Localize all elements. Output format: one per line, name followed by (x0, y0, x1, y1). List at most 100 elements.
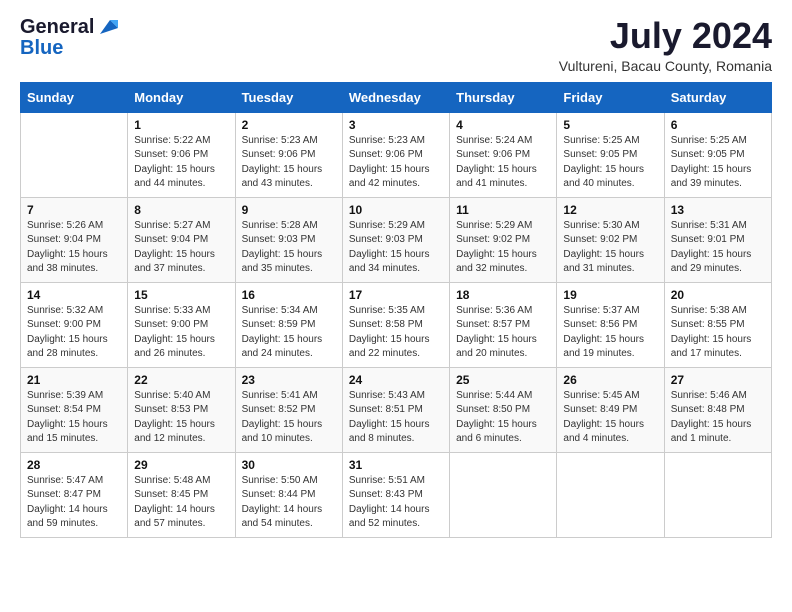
page-header: General Blue July 2024 Vultureni, Bacau … (20, 16, 772, 74)
day-number: 13 (671, 203, 765, 217)
day-cell-31: 31 Sunrise: 5:51 AM Sunset: 8:43 PM Dayli… (342, 452, 449, 537)
day-cell-23: 23Sunrise: 5:41 AM Sunset: 8:52 PM Dayli… (235, 367, 342, 452)
day-cell-18: 18 Sunrise: 5:36 AM Sunset: 8:57 PM Dayli… (450, 282, 557, 367)
day-info: Sunrise: 5:28 AM Sunset: 9:03 PM Dayligh… (242, 219, 336, 277)
day-info: Sunrise: 5:44 AM Sunset: 8:50 PM Dayligh… (456, 389, 550, 447)
day-number: 21 (27, 373, 121, 387)
day-info: Sunrise: 5:23 AM Sunset: 9:06 PM Dayligh… (349, 134, 443, 192)
day-cell-empty (21, 112, 128, 197)
day-info: Sunrise: 5:34 AM Sunset: 8:59 PM Dayligh… (242, 304, 336, 362)
day-cell-22: 22 Sunrise: 5:40 AM Sunset: 8:53 PM Dayli… (128, 367, 235, 452)
day-cell-4: 4 Sunrise: 5:24 AM Sunset: 9:06 PM Daylig… (450, 112, 557, 197)
day-info: Sunrise: 5:29 AM Sunset: 9:02 PM Dayligh… (456, 219, 550, 277)
day-number: 9 (242, 203, 336, 217)
week-row-3: 21 Sunrise: 5:39 AM Sunset: 8:54 PM Dayli… (21, 367, 772, 452)
day-number: 1 (134, 118, 228, 132)
day-cell-7: 7 Sunrise: 5:26 AM Sunset: 9:04 PM Daylig… (21, 197, 128, 282)
day-number: 8 (134, 203, 228, 217)
day-cell-24: 24Sunrise: 5:43 AM Sunset: 8:51 PM Dayli… (342, 367, 449, 452)
day-info: Sunrise: 5:39 AM Sunset: 8:54 PM Dayligh… (27, 389, 121, 447)
day-number: 12 (563, 203, 657, 217)
day-cell-10: 10Sunrise: 5:29 AM Sunset: 9:03 PM Dayli… (342, 197, 449, 282)
day-cell-14: 14Sunrise: 5:32 AM Sunset: 9:00 PM Dayli… (21, 282, 128, 367)
day-info: Sunrise: 5:24 AM Sunset: 9:06 PM Dayligh… (456, 134, 550, 192)
header-day-friday: Friday (557, 82, 664, 112)
day-cell-9: 9 Sunrise: 5:28 AM Sunset: 9:03 PM Daylig… (235, 197, 342, 282)
day-cell-17: 17 Sunrise: 5:35 AM Sunset: 8:58 PM Dayli… (342, 282, 449, 367)
day-cell-26: 26 Sunrise: 5:45 AM Sunset: 8:49 PM Dayli… (557, 367, 664, 452)
day-cell-28: 28Sunrise: 5:47 AM Sunset: 8:47 PM Dayli… (21, 452, 128, 537)
day-number: 29 (134, 458, 228, 472)
day-info: Sunrise: 5:26 AM Sunset: 9:04 PM Dayligh… (27, 219, 121, 277)
day-info: Sunrise: 5:23 AM Sunset: 9:06 PM Dayligh… (242, 134, 336, 192)
header-day-monday: Monday (128, 82, 235, 112)
logo-icon (96, 16, 118, 38)
day-number: 2 (242, 118, 336, 132)
day-info: Sunrise: 5:31 AM Sunset: 9:01 PM Dayligh… (671, 219, 765, 277)
week-row-2: 14Sunrise: 5:32 AM Sunset: 9:00 PM Dayli… (21, 282, 772, 367)
day-number: 5 (563, 118, 657, 132)
month-title: July 2024 (559, 16, 772, 56)
day-info: Sunrise: 5:32 AM Sunset: 9:00 PM Dayligh… (27, 304, 121, 362)
day-cell-20: 20 Sunrise: 5:38 AM Sunset: 8:55 PM Dayli… (664, 282, 771, 367)
day-cell-13: 13 Sunrise: 5:31 AM Sunset: 9:01 PM Dayli… (664, 197, 771, 282)
logo-general-text: General (20, 17, 94, 37)
day-cell-21: 21 Sunrise: 5:39 AM Sunset: 8:54 PM Dayli… (21, 367, 128, 452)
week-row-4: 28Sunrise: 5:47 AM Sunset: 8:47 PM Dayli… (21, 452, 772, 537)
day-info: Sunrise: 5:46 AM Sunset: 8:48 PM Dayligh… (671, 389, 765, 447)
day-number: 31 (349, 458, 443, 472)
logo: General Blue (20, 16, 118, 58)
day-info: Sunrise: 5:37 AM Sunset: 8:56 PM Dayligh… (563, 304, 657, 362)
day-number: 16 (242, 288, 336, 302)
day-info: Sunrise: 5:36 AM Sunset: 8:57 PM Dayligh… (456, 304, 550, 362)
day-number: 3 (349, 118, 443, 132)
day-info: Sunrise: 5:51 AM Sunset: 8:43 PM Dayligh… (349, 474, 443, 532)
day-cell-30: 30Sunrise: 5:50 AM Sunset: 8:44 PM Dayli… (235, 452, 342, 537)
day-info: Sunrise: 5:38 AM Sunset: 8:55 PM Dayligh… (671, 304, 765, 362)
day-number: 19 (563, 288, 657, 302)
day-number: 27 (671, 373, 765, 387)
day-info: Sunrise: 5:29 AM Sunset: 9:03 PM Dayligh… (349, 219, 443, 277)
day-cell-25: 25Sunrise: 5:44 AM Sunset: 8:50 PM Dayli… (450, 367, 557, 452)
header-row: SundayMondayTuesdayWednesdayThursdayFrid… (21, 82, 772, 112)
day-cell-2: 2 Sunrise: 5:23 AM Sunset: 9:06 PM Daylig… (235, 112, 342, 197)
day-info: Sunrise: 5:22 AM Sunset: 9:06 PM Dayligh… (134, 134, 228, 192)
day-info: Sunrise: 5:40 AM Sunset: 8:53 PM Dayligh… (134, 389, 228, 447)
day-number: 11 (456, 203, 550, 217)
day-cell-27: 27 Sunrise: 5:46 AM Sunset: 8:48 PM Dayli… (664, 367, 771, 452)
week-row-1: 7 Sunrise: 5:26 AM Sunset: 9:04 PM Daylig… (21, 197, 772, 282)
calendar-table: SundayMondayTuesdayWednesdayThursdayFrid… (20, 82, 772, 538)
day-number: 20 (671, 288, 765, 302)
day-info: Sunrise: 5:33 AM Sunset: 9:00 PM Dayligh… (134, 304, 228, 362)
day-number: 4 (456, 118, 550, 132)
day-cell-16: 16 Sunrise: 5:34 AM Sunset: 8:59 PM Dayli… (235, 282, 342, 367)
day-info: Sunrise: 5:35 AM Sunset: 8:58 PM Dayligh… (349, 304, 443, 362)
header-day-tuesday: Tuesday (235, 82, 342, 112)
location-subtitle: Vultureni, Bacau County, Romania (559, 58, 772, 74)
header-day-sunday: Sunday (21, 82, 128, 112)
day-cell-5: 5Sunrise: 5:25 AM Sunset: 9:05 PM Daylig… (557, 112, 664, 197)
day-number: 6 (671, 118, 765, 132)
day-number: 15 (134, 288, 228, 302)
day-number: 28 (27, 458, 121, 472)
day-cell-15: 15 Sunrise: 5:33 AM Sunset: 9:00 PM Dayli… (128, 282, 235, 367)
day-number: 22 (134, 373, 228, 387)
day-info: Sunrise: 5:41 AM Sunset: 8:52 PM Dayligh… (242, 389, 336, 447)
header-day-wednesday: Wednesday (342, 82, 449, 112)
day-number: 18 (456, 288, 550, 302)
day-cell-19: 19 Sunrise: 5:37 AM Sunset: 8:56 PM Dayli… (557, 282, 664, 367)
week-row-0: 1 Sunrise: 5:22 AM Sunset: 9:06 PM Daylig… (21, 112, 772, 197)
day-info: Sunrise: 5:50 AM Sunset: 8:44 PM Dayligh… (242, 474, 336, 532)
header-day-thursday: Thursday (450, 82, 557, 112)
day-info: Sunrise: 5:43 AM Sunset: 8:51 PM Dayligh… (349, 389, 443, 447)
day-info: Sunrise: 5:30 AM Sunset: 9:02 PM Dayligh… (563, 219, 657, 277)
day-cell-empty (557, 452, 664, 537)
day-info: Sunrise: 5:27 AM Sunset: 9:04 PM Dayligh… (134, 219, 228, 277)
day-cell-3: 3 Sunrise: 5:23 AM Sunset: 9:06 PM Daylig… (342, 112, 449, 197)
day-number: 7 (27, 203, 121, 217)
day-number: 26 (563, 373, 657, 387)
title-block: July 2024 Vultureni, Bacau County, Roman… (559, 16, 772, 74)
day-info: Sunrise: 5:45 AM Sunset: 8:49 PM Dayligh… (563, 389, 657, 447)
day-number: 17 (349, 288, 443, 302)
day-cell-12: 12 Sunrise: 5:30 AM Sunset: 9:02 PM Dayli… (557, 197, 664, 282)
